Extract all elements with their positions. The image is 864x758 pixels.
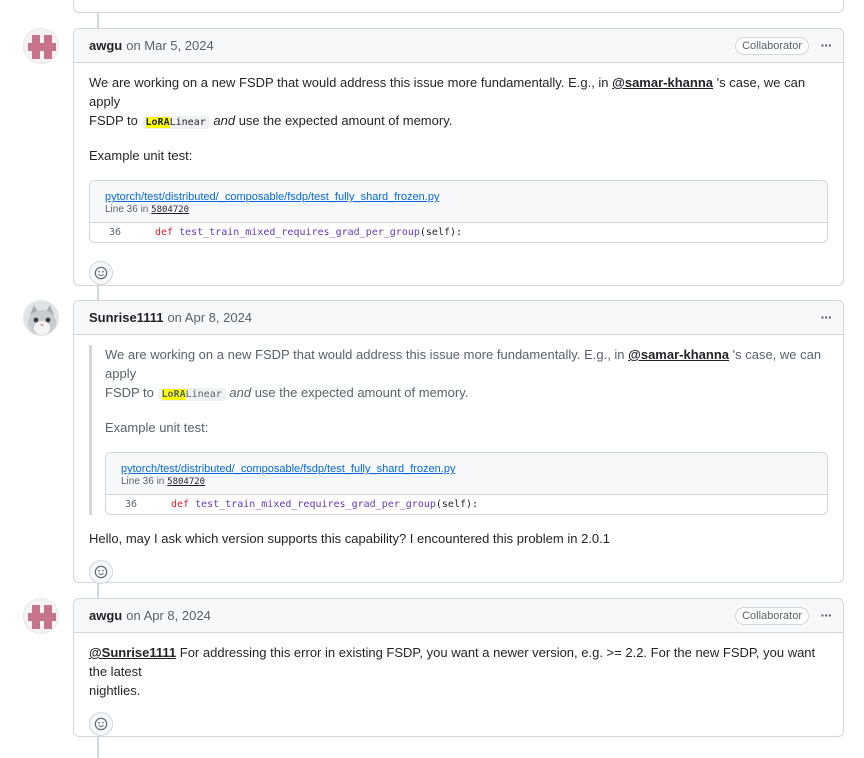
comment-header: awgu on Mar 5, 2024 Collaborator ··· xyxy=(74,29,843,63)
text: For addressing this error in existing FS… xyxy=(89,645,816,679)
snippet-line-info: Line 36 in 5804720 xyxy=(121,476,812,488)
highlighted-code: LoRA xyxy=(145,117,170,128)
text: We are working on a new FSDP that would … xyxy=(89,75,609,90)
previous-comment-card xyxy=(73,0,844,13)
code-text: Linear xyxy=(169,117,206,128)
add-reaction-button[interactable] xyxy=(89,560,113,584)
user-mention-link[interactable]: @samar-khanna xyxy=(612,75,713,90)
text: use the expected amount of memory. xyxy=(238,113,453,128)
add-reaction-button[interactable] xyxy=(89,712,113,736)
text: FSDP to xyxy=(105,385,154,400)
smiley-icon xyxy=(94,266,108,280)
snippet-code-line: 36 def test_train_mixed_requires_grad_pe… xyxy=(90,223,827,242)
collaborator-badge: Collaborator xyxy=(735,37,809,55)
comment-date[interactable]: on Mar 5, 2024 xyxy=(126,38,213,53)
comment-paragraph: Example unit test: xyxy=(89,148,193,163)
comment-header: Sunrise1111 on Apr 8, 2024 ··· xyxy=(74,301,843,335)
comment-card: awgu on Apr 8, 2024 Collaborator ··· @Su… xyxy=(73,598,844,737)
avatar[interactable] xyxy=(23,28,59,64)
emphasis-text: and xyxy=(213,113,236,128)
quote-paragraph: We are working on a new FSDP that would … xyxy=(105,345,828,404)
emphasis-text: and xyxy=(229,385,252,400)
inline-code: LoRALinear xyxy=(157,388,226,401)
kebab-horizontal-icon[interactable]: ··· xyxy=(817,307,835,327)
collaborator-badge: Collaborator xyxy=(735,607,809,625)
cat-avatar-icon xyxy=(24,301,58,335)
add-reaction-button[interactable] xyxy=(89,261,113,285)
smiley-icon xyxy=(94,717,108,731)
comment-date[interactable]: on Apr 8, 2024 xyxy=(126,608,211,623)
text: We are working on a new FSDP that would … xyxy=(105,347,625,362)
snippet-code-line: 36 def test_train_mixed_requires_grad_pe… xyxy=(106,495,827,514)
commit-sha-link[interactable]: 5804720 xyxy=(151,205,189,215)
identicon-avatar-icon xyxy=(24,599,58,633)
snippet-header: pytorch/test/distributed/_composable/fsd… xyxy=(106,453,827,495)
avatar[interactable] xyxy=(23,598,59,634)
line-info-text: Line 36 in xyxy=(121,476,165,487)
text: nightlies. xyxy=(89,683,141,698)
code-function-name: test_train_mixed_requires_grad_per_group xyxy=(179,227,420,238)
smiley-icon xyxy=(94,565,108,579)
code-keyword: def xyxy=(171,499,190,510)
identicon-avatar-icon xyxy=(24,29,58,63)
user-mention-link[interactable]: @samar-khanna xyxy=(628,347,729,362)
line-info-text: Line 36 in xyxy=(105,204,149,215)
kebab-horizontal-icon[interactable]: ··· xyxy=(817,605,835,625)
comment-paragraph: Hello, may I ask which version supports … xyxy=(89,531,610,546)
text: use the expected amount of memory. xyxy=(254,385,469,400)
comment-author[interactable]: awgu xyxy=(89,608,122,623)
commit-sha-link[interactable]: 5804720 xyxy=(167,477,205,487)
comment-paragraph: We are working on a new FSDP that would … xyxy=(89,73,828,132)
comment-card: Sunrise1111 on Apr 8, 2024 ··· We are wo… xyxy=(73,300,844,584)
comment-paragraph: @Sunrise1111 For addressing this error i… xyxy=(89,643,828,700)
avatar[interactable] xyxy=(23,300,59,336)
comment-body: @Sunrise1111 For addressing this error i… xyxy=(74,633,843,736)
line-number: 36 xyxy=(108,227,122,238)
inline-code: LoRALinear xyxy=(141,116,210,129)
snippet-file-link[interactable]: pytorch/test/distributed/_composable/fsd… xyxy=(121,463,455,475)
code-snippet: pytorch/test/distributed/_composable/fsd… xyxy=(89,180,828,243)
code-keyword: def xyxy=(155,227,174,238)
snippet-header: pytorch/test/distributed/_composable/fsd… xyxy=(90,181,827,223)
comment-body: We are working on a new FSDP that would … xyxy=(74,63,843,285)
code-text: Linear xyxy=(185,389,222,400)
text: FSDP to xyxy=(89,113,138,128)
code-function-name: test_train_mixed_requires_grad_per_group xyxy=(195,499,436,510)
comment-date[interactable]: on Apr 8, 2024 xyxy=(167,310,252,325)
code-args: (self): xyxy=(435,499,479,510)
highlighted-code: LoRA xyxy=(161,389,186,400)
comment-author[interactable]: Sunrise1111 xyxy=(89,310,163,325)
comment-body: We are working on a new FSDP that would … xyxy=(74,335,843,584)
comment-author[interactable]: awgu xyxy=(89,38,122,53)
comment-header: awgu on Apr 8, 2024 Collaborator ··· xyxy=(74,599,843,633)
quote-paragraph: Example unit test: xyxy=(105,420,209,435)
code-snippet: pytorch/test/distributed/_composable/fsd… xyxy=(105,452,828,515)
user-mention-link[interactable]: @Sunrise1111 xyxy=(89,645,176,660)
blockquote: We are working on a new FSDP that would … xyxy=(89,345,828,515)
kebab-horizontal-icon[interactable]: ··· xyxy=(817,35,835,55)
snippet-file-link[interactable]: pytorch/test/distributed/_composable/fsd… xyxy=(105,191,439,203)
line-number: 36 xyxy=(124,499,138,510)
snippet-line-info: Line 36 in 5804720 xyxy=(105,204,812,216)
comment-card: awgu on Mar 5, 2024 Collaborator ··· We … xyxy=(73,28,844,286)
code-args: (self): xyxy=(419,227,463,238)
